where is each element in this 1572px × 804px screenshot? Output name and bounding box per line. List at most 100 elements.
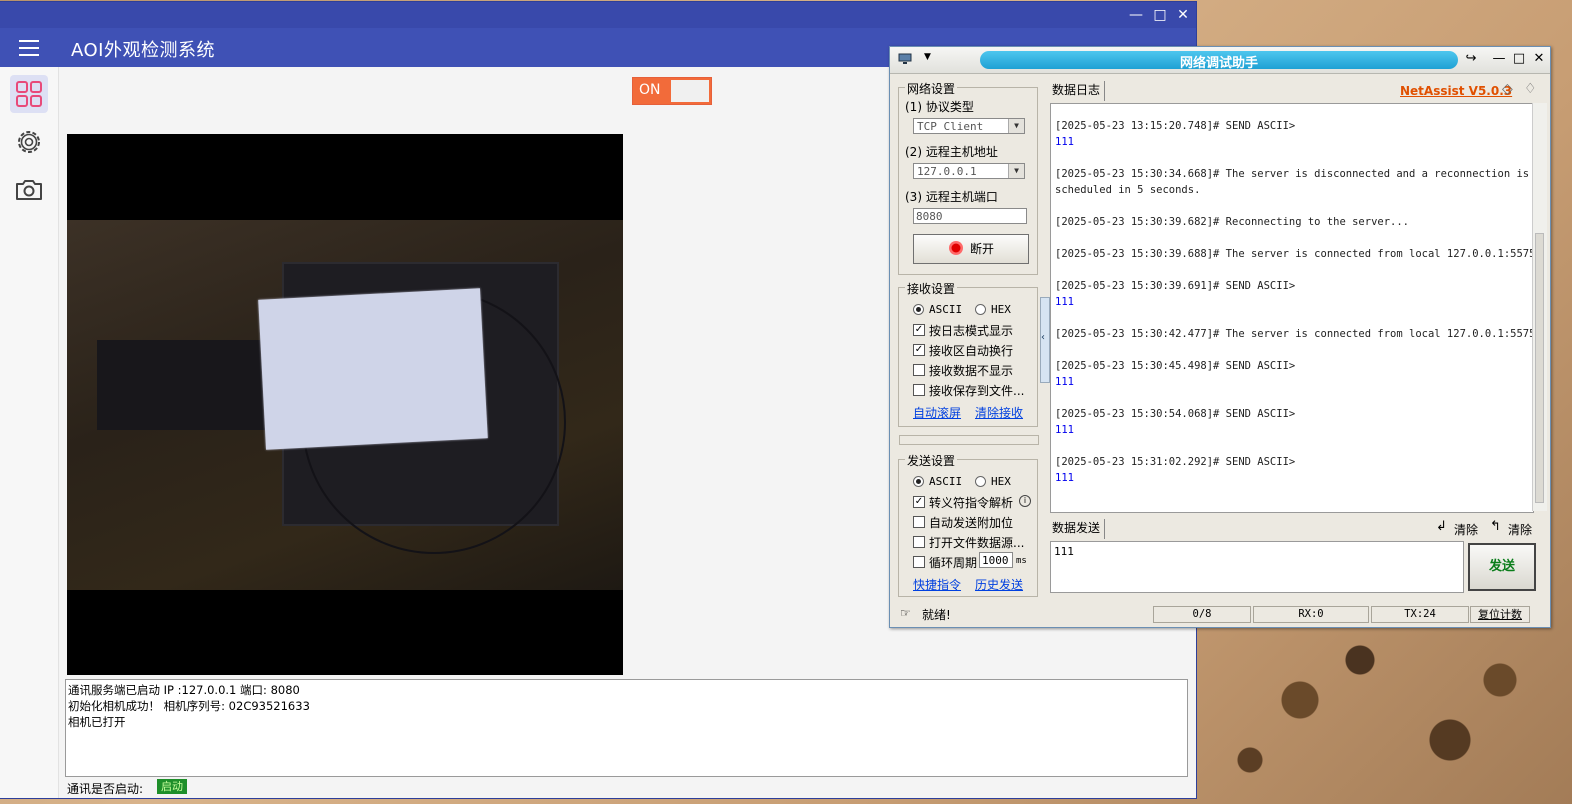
collapsed-panel-divider bbox=[899, 435, 1039, 445]
port-label: (3) 远程主机端口 bbox=[905, 190, 998, 204]
group-title: 网络设置 bbox=[905, 80, 958, 97]
disconnect-label: 断开 bbox=[969, 242, 994, 256]
network-icon bbox=[898, 53, 912, 64]
disconnect-button[interactable]: 断开 bbox=[913, 234, 1029, 264]
file-source-checkbox[interactable] bbox=[913, 536, 925, 548]
ready-status: 就绪! bbox=[922, 608, 951, 622]
clear-down-icon[interactable]: ↲ bbox=[1436, 519, 1447, 534]
host-select[interactable]: 127.0.0.1 ▼ bbox=[913, 163, 1025, 179]
chevron-down-icon: ▼ bbox=[1008, 164, 1024, 178]
recv-hex-radio[interactable] bbox=[975, 304, 986, 315]
recv-log-mode-label: 按日志模式显示 bbox=[929, 324, 1014, 338]
recv-save-label: 接收保存到文件... bbox=[929, 384, 1025, 398]
recv-wrap-checkbox[interactable]: ✓ bbox=[913, 344, 925, 356]
recv-ascii-radio[interactable] bbox=[913, 304, 924, 315]
receive-log[interactable]: [2025-05-23 13:15:20.748]# SEND ASCII> 1… bbox=[1050, 103, 1534, 513]
netassist-window: ▼ 网络调试助手 ↪ — □ ✕ 网络设置 (1) 协议类型 TCP Clien… bbox=[889, 46, 1551, 628]
sidebar-item-camera[interactable] bbox=[10, 171, 48, 209]
sidebar-item-settings[interactable] bbox=[10, 123, 48, 161]
log-entry: [2025-05-23 15:31:02.292]# SEND ASCII> bbox=[1055, 456, 1296, 468]
log-scrollbar[interactable] bbox=[1532, 103, 1547, 511]
sidebar-item-dashboard[interactable] bbox=[10, 75, 48, 113]
host-label: (2) 远程主机地址 bbox=[905, 145, 998, 159]
log-entry: 111 bbox=[1055, 136, 1074, 148]
clear-send-button[interactable]: 清除 bbox=[1454, 521, 1478, 538]
loop-period-checkbox[interactable] bbox=[913, 556, 925, 568]
log-entry: scheduled in 5 seconds. bbox=[1055, 184, 1201, 196]
system-log: 通讯服务端已启动 IP :127.0.0.1 端口: 8080 初始化相机成功！… bbox=[65, 679, 1188, 777]
minimize-icon[interactable]: — bbox=[1125, 5, 1147, 25]
log-line: 初始化相机成功！ 相机序列号: 02C93521633 bbox=[68, 699, 310, 713]
send-ascii-radio[interactable] bbox=[913, 476, 924, 487]
toggle-label: ON bbox=[639, 82, 661, 98]
recv-save-checkbox[interactable] bbox=[913, 384, 925, 396]
loop-period-label: 循环周期 bbox=[929, 556, 978, 570]
status-label: 通讯是否启动: bbox=[67, 782, 144, 796]
send-button[interactable]: 发送 bbox=[1468, 543, 1536, 591]
dashboard-icon bbox=[16, 81, 42, 107]
minimize-icon[interactable]: — bbox=[1490, 51, 1508, 67]
brand-link[interactable]: NetAssist V5.0.3 bbox=[1400, 84, 1512, 98]
clear-receive-link[interactable]: 清除接收 bbox=[975, 404, 1023, 421]
close-icon[interactable]: ✕ bbox=[1530, 51, 1548, 67]
protocol-select[interactable]: TCP Client ▼ bbox=[913, 118, 1025, 134]
app-title: AOI外观检测系统 bbox=[71, 40, 215, 61]
chevron-down-icon: ▼ bbox=[1008, 119, 1024, 133]
log-line: 通讯服务端已启动 IP :127.0.0.1 端口: 8080 bbox=[68, 683, 300, 697]
log-entry: [2025-05-23 15:30:39.691]# SEND ASCII> bbox=[1055, 280, 1296, 292]
panel-collapse-handle[interactable]: ‹ bbox=[1040, 297, 1050, 383]
clear-count-button[interactable]: 清除 bbox=[1508, 521, 1532, 538]
camera-toggle[interactable]: ON bbox=[632, 77, 712, 105]
status-bar: 通讯是否启动: 启动 bbox=[65, 776, 1186, 798]
menu-icon[interactable] bbox=[19, 40, 39, 56]
system-menu-arrow-icon[interactable]: ▼ bbox=[924, 52, 931, 62]
reset-count-button[interactable]: 复位计数 bbox=[1470, 606, 1530, 623]
recv-hide-label: 接收数据不显示 bbox=[929, 364, 1014, 378]
hand-icon: ☞ bbox=[900, 606, 911, 620]
tab-data-log[interactable]: 数据日志 bbox=[1052, 81, 1106, 101]
camera-image bbox=[67, 220, 623, 590]
tab-label: 数据日志 bbox=[1052, 83, 1101, 97]
network-settings-group: 网络设置 (1) 协议类型 TCP Client ▼ (2) 远程主机地址 12… bbox=[898, 80, 1038, 275]
loop-period-input[interactable]: 1000 bbox=[979, 552, 1013, 568]
log-line: 相机已打开 bbox=[68, 715, 126, 729]
info-icon[interactable]: i bbox=[1019, 495, 1031, 507]
camera-image-product bbox=[258, 288, 488, 450]
chevron-left-icon: ‹ bbox=[1041, 332, 1045, 343]
send-history-link[interactable]: 历史发送 bbox=[975, 576, 1023, 593]
log-entry: [2025-05-23 15:30:42.477]# The server is… bbox=[1055, 328, 1534, 340]
pin-icon[interactable]: ↪ bbox=[1462, 51, 1480, 67]
recv-log-mode-checkbox[interactable]: ✓ bbox=[913, 324, 925, 336]
gear-icon bbox=[18, 131, 40, 153]
recv-hide-checkbox[interactable] bbox=[913, 364, 925, 376]
window-titlebar[interactable]: — □ ✕ bbox=[0, 2, 1196, 28]
scrollbar-thumb[interactable] bbox=[1535, 233, 1544, 503]
netassist-titlebar[interactable]: ▼ 网络调试助手 ↪ — □ ✕ bbox=[890, 47, 1550, 74]
maximize-icon[interactable]: □ bbox=[1510, 51, 1528, 67]
log-entry: [2025-05-23 15:30:54.068]# SEND ASCII> bbox=[1055, 408, 1296, 420]
escape-parse-checkbox[interactable]: ✓ bbox=[913, 496, 925, 508]
recv-wrap-label: 接收区自动换行 bbox=[929, 344, 1014, 358]
tab-label: 数据发送 bbox=[1052, 521, 1101, 535]
log-entry: [2025-05-23 15:30:39.688]# The server is… bbox=[1055, 248, 1534, 260]
auto-append-checkbox[interactable] bbox=[913, 516, 925, 528]
quick-command-link[interactable]: 快捷指令 bbox=[913, 576, 961, 593]
netassist-title: 网络调试助手 bbox=[1179, 56, 1258, 71]
log-entry: 111 bbox=[1055, 376, 1074, 388]
maximize-icon[interactable]: □ bbox=[1149, 5, 1171, 25]
send-hex-radio[interactable] bbox=[975, 476, 986, 487]
title-bar-banner: 网络调试助手 bbox=[980, 51, 1458, 71]
bell-icon[interactable]: ♢ bbox=[1524, 81, 1537, 97]
diamond-icon[interactable]: ◇ bbox=[1502, 81, 1513, 97]
send-input[interactable]: 111 bbox=[1050, 541, 1464, 593]
send-hex-label: HEX bbox=[991, 475, 1011, 488]
tab-data-send[interactable]: 数据发送 bbox=[1052, 519, 1106, 539]
auto-scroll-link[interactable]: 自动滚屏 bbox=[913, 404, 961, 421]
port-input[interactable]: 8080 bbox=[913, 208, 1027, 224]
clear-up-icon[interactable]: ↰ bbox=[1490, 519, 1501, 534]
log-entry: [2025-05-23 15:30:45.498]# SEND ASCII> bbox=[1055, 360, 1296, 372]
recv-ascii-label: ASCII bbox=[929, 303, 963, 316]
status-badge: 启动 bbox=[157, 779, 187, 794]
receive-settings-group: 接收设置 ASCII HEX ✓ 按日志模式显示 ✓ 接收区自动换行 接收数据不… bbox=[898, 280, 1038, 427]
close-icon[interactable]: ✕ bbox=[1172, 5, 1194, 25]
